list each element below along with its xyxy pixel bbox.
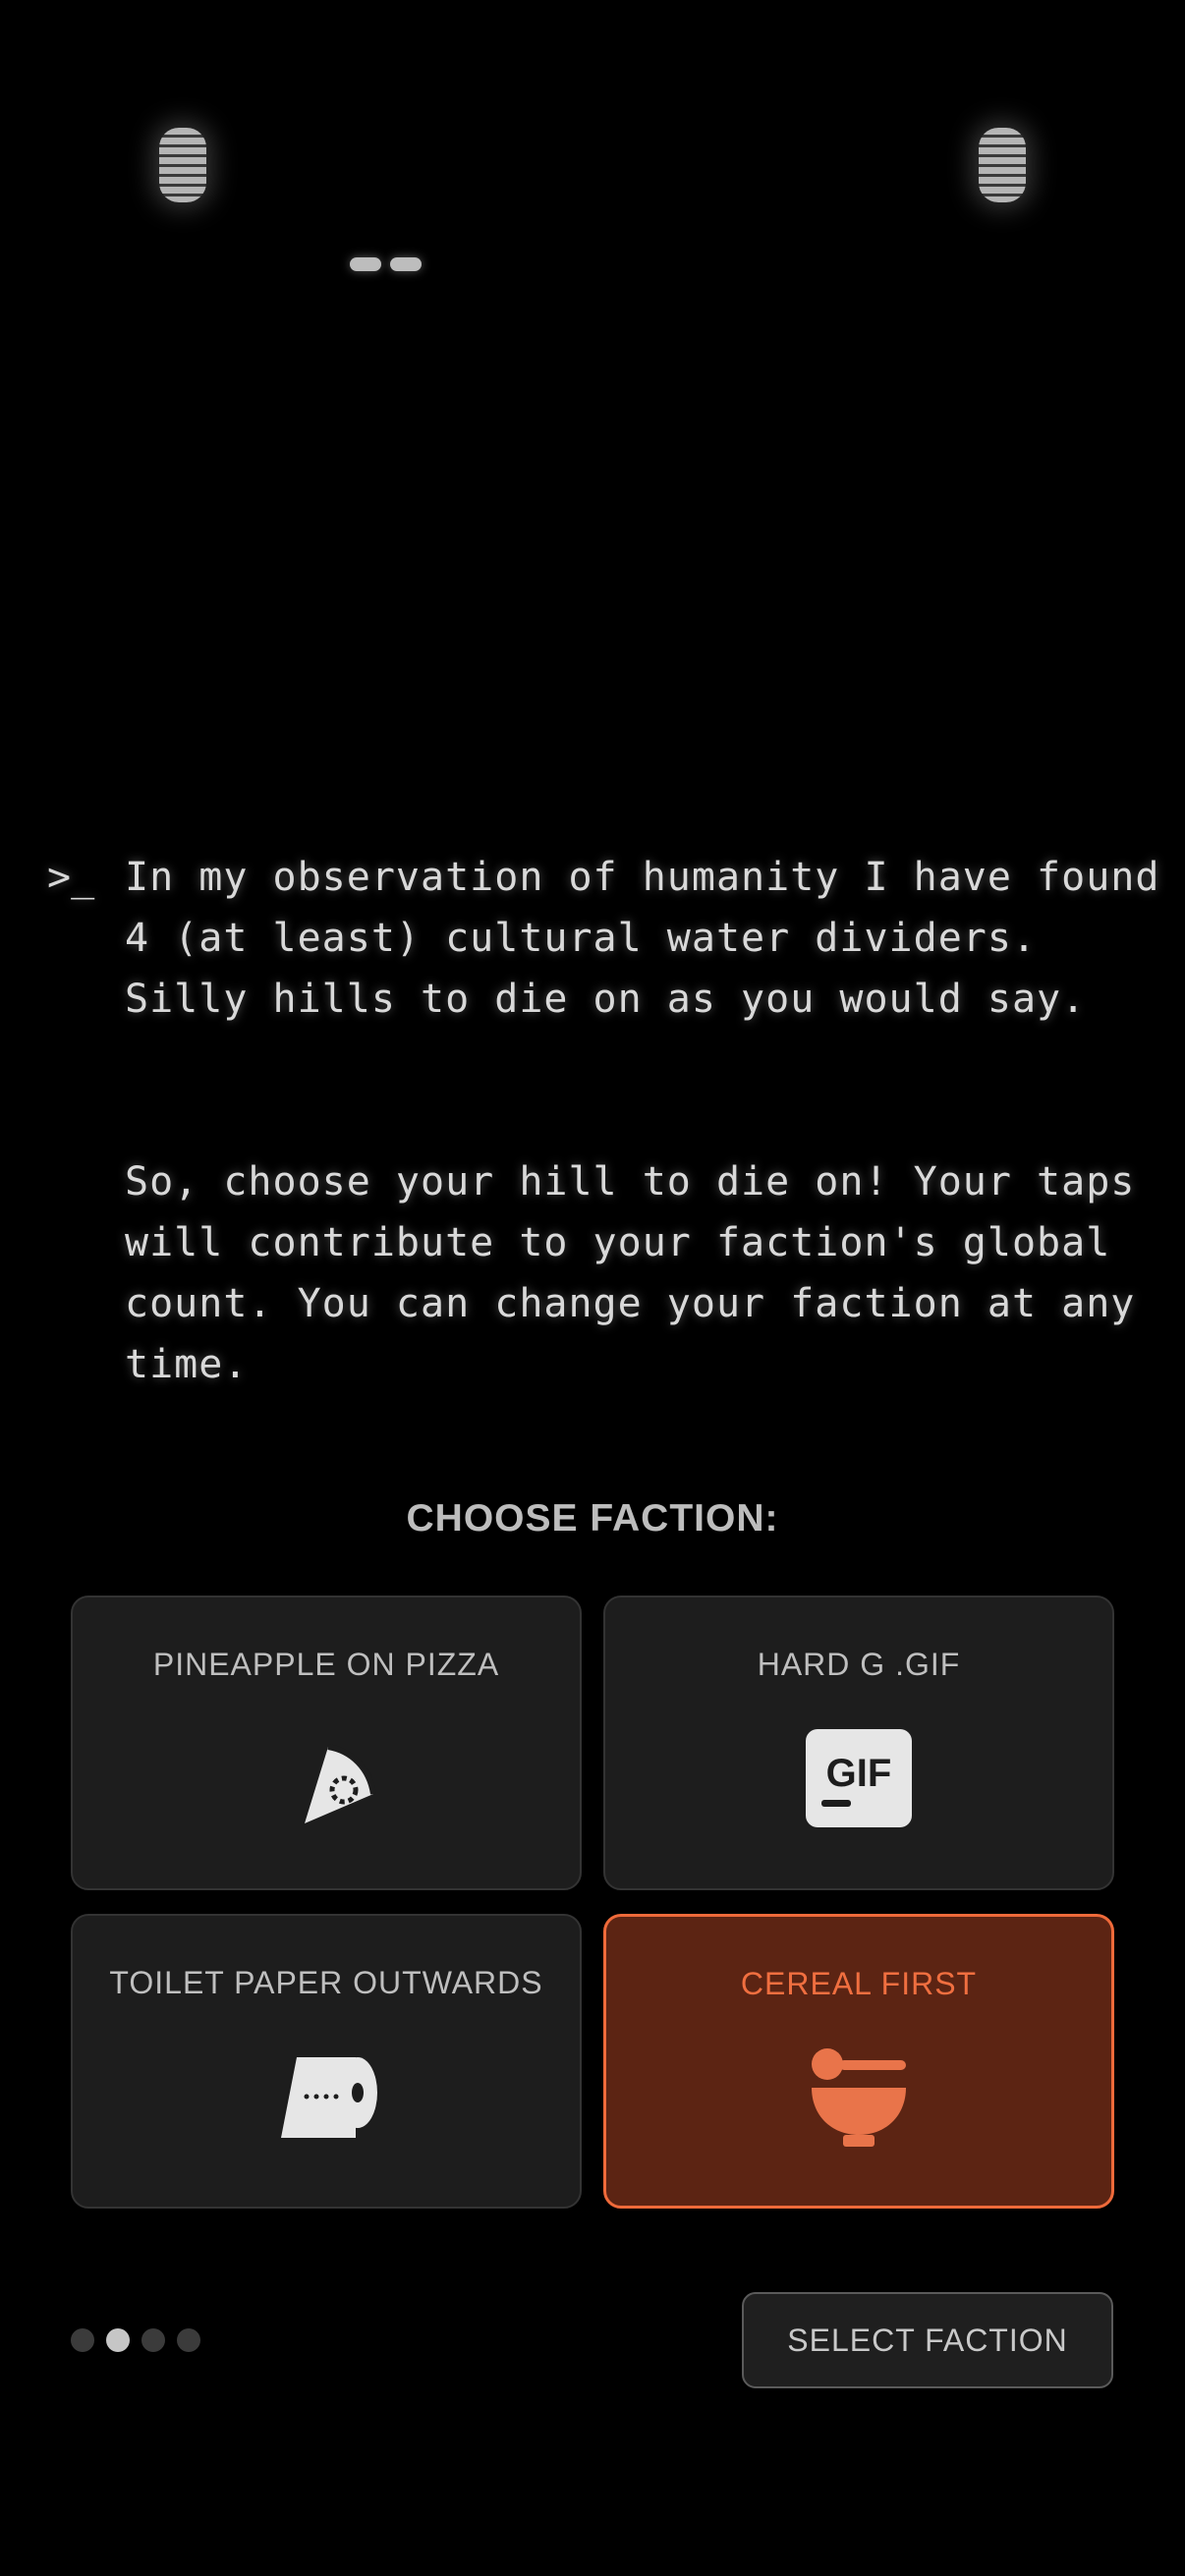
intro-paragraph: In my observation of humanity I have fou… [125,855,1160,1022]
toilet-paper-icon [281,2057,377,2138]
right-eye-icon [979,128,1026,202]
pizza-slice-icon [305,1744,376,1823]
mouth-icon [350,257,381,271]
page-dot [71,2328,94,2352]
cereal-bowl-icon [812,2048,906,2147]
faction-card-pineapple-pizza[interactable]: PINEAPPLE ON PIZZA [71,1596,582,1890]
page-dot-active [106,2328,130,2352]
instructions-paragraph: So, choose your hill to die on! Your tap… [125,1159,1136,1387]
left-eye-icon [159,128,206,202]
faction-label: HARD G .GIF [757,1647,961,1682]
page-dot [177,2328,200,2352]
faction-label: TOILET PAPER OUTWARDS [109,1965,543,2000]
faction-label: PINEAPPLE ON PIZZA [152,1647,500,1682]
gif-icon: GIF [806,1729,912,1827]
select-faction-button[interactable]: SELECT FACTION [742,2292,1113,2388]
prompt-symbol: >_ [47,855,95,900]
faction-label: CEREAL FIRST [740,1966,978,2001]
faction-card-hard-g-gif[interactable]: HARD G .GIF GIF [603,1596,1114,1890]
faction-card-toilet-paper[interactable]: TOILET PAPER OUTWARDS [71,1914,582,2209]
page-dot [141,2328,165,2352]
choose-faction-heading: CHOOSE FACTION: [406,1497,779,1540]
mouth-icon [390,257,422,271]
faction-card-cereal-first[interactable]: CEREAL FIRST [603,1914,1114,2209]
svg-text:GIF: GIF [826,1752,892,1795]
